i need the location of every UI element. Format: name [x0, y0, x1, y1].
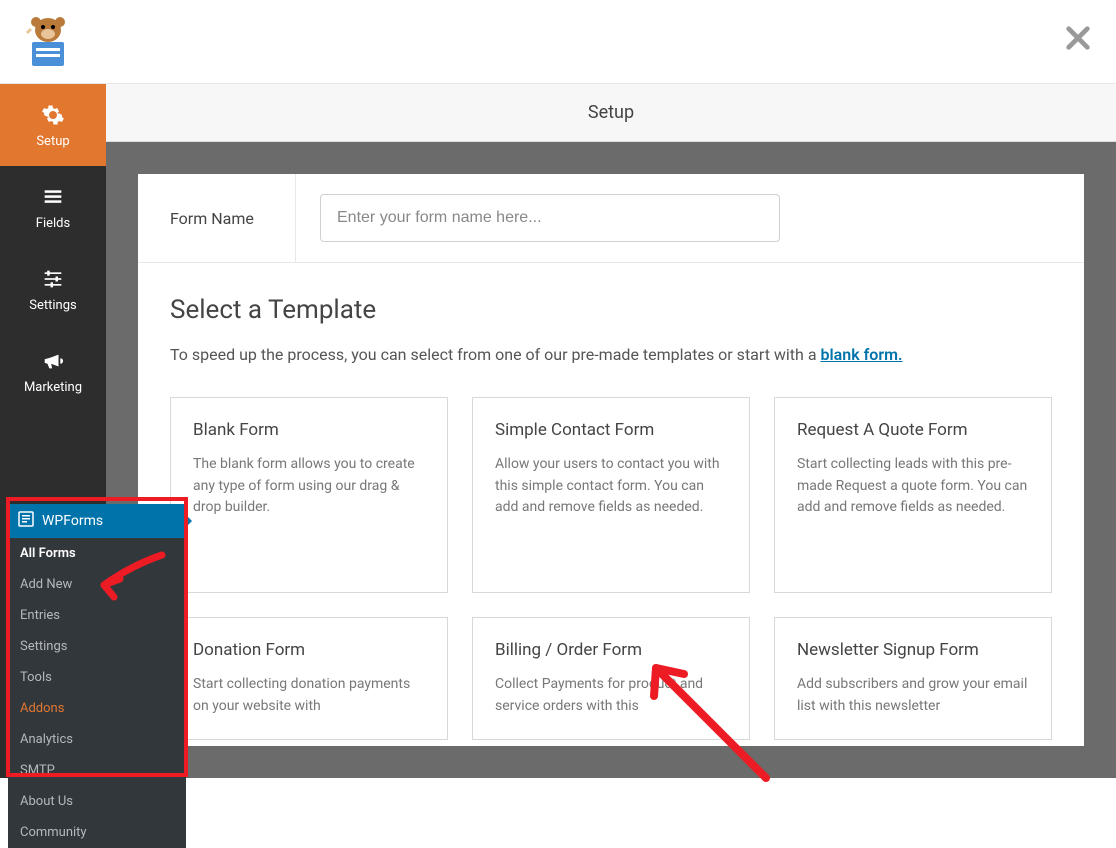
- wp-subitem-tools[interactable]: Tools: [8, 662, 186, 693]
- wp-subitem-add-new[interactable]: Add New: [8, 569, 186, 600]
- template-title: Donation Form: [193, 640, 425, 660]
- form-icon: [18, 511, 34, 531]
- template-desc: Collect Payments for product and service…: [495, 674, 727, 717]
- wp-admin-submenu: WPForms All Forms Add New Entries Settin…: [8, 504, 186, 848]
- page-title: Setup: [106, 84, 1116, 142]
- main-area: Setup Form Name Select a Template To spe…: [106, 84, 1116, 778]
- sidebar-item-marketing[interactable]: Marketing: [0, 330, 106, 412]
- template-card-newsletter[interactable]: Newsletter Signup Form Add subscribers a…: [774, 617, 1052, 740]
- wp-subitem-community[interactable]: Community: [8, 817, 186, 848]
- template-title: Blank Form: [193, 420, 425, 440]
- top-bar: [0, 0, 1116, 84]
- template-title: Newsletter Signup Form: [797, 640, 1029, 660]
- gear-icon: [40, 102, 66, 128]
- bullhorn-icon: [40, 348, 66, 374]
- template-section-title: Select a Template: [170, 295, 1052, 325]
- template-card-request-quote[interactable]: Request A Quote Form Start collecting le…: [774, 397, 1052, 593]
- sliders-icon: [40, 266, 66, 292]
- templates-grid: Blank Form The blank form allows you to …: [170, 397, 1052, 740]
- close-button[interactable]: [1064, 24, 1092, 56]
- form-name-input[interactable]: [320, 194, 780, 242]
- template-desc: Add subscribers and grow your email list…: [797, 674, 1029, 717]
- template-card-simple-contact[interactable]: Simple Contact Form Allow your users to …: [472, 397, 750, 593]
- wp-subitem-analytics[interactable]: Analytics: [8, 724, 186, 755]
- template-card-billing[interactable]: Billing / Order Form Collect Payments fo…: [472, 617, 750, 740]
- template-title: Request A Quote Form: [797, 420, 1029, 440]
- template-desc: Start collecting donation payments on yo…: [193, 674, 425, 717]
- wp-subitem-about-us[interactable]: About Us: [8, 786, 186, 817]
- template-title: Billing / Order Form: [495, 640, 727, 660]
- template-desc: Start collecting leads with this pre-mad…: [797, 454, 1029, 519]
- form-name-label: Form Name: [138, 174, 296, 262]
- wp-submenu-head[interactable]: WPForms: [8, 504, 186, 538]
- wp-subitem-addons[interactable]: Addons: [8, 693, 186, 724]
- wp-subitem-settings[interactable]: Settings: [8, 631, 186, 662]
- wpforms-logo: [18, 12, 78, 72]
- sidebar-item-label: Setup: [36, 134, 69, 149]
- list-icon: [40, 184, 66, 210]
- sidebar-item-fields[interactable]: Fields: [0, 166, 106, 248]
- wp-subitem-smtp[interactable]: SMTP: [8, 755, 186, 786]
- sidebar-item-settings[interactable]: Settings: [0, 248, 106, 330]
- template-card-blank[interactable]: Blank Form The blank form allows you to …: [170, 397, 448, 593]
- template-section-desc: To speed up the process, you can select …: [170, 343, 1052, 367]
- template-desc: Allow your users to contact you with thi…: [495, 454, 727, 519]
- sidebar-item-label: Settings: [29, 298, 76, 313]
- sidebar-item-label: Fields: [36, 216, 70, 231]
- wp-subitem-all-forms[interactable]: All Forms: [8, 538, 186, 569]
- wp-subitem-entries[interactable]: Entries: [8, 600, 186, 631]
- template-card-donation[interactable]: Donation Form Start collecting donation …: [170, 617, 448, 740]
- sidebar-item-label: Marketing: [24, 380, 82, 395]
- setup-panel: Form Name Select a Template To speed up …: [138, 174, 1084, 746]
- template-desc: The blank form allows you to create any …: [193, 454, 425, 519]
- sidebar-item-setup[interactable]: Setup: [0, 84, 106, 166]
- template-title: Simple Contact Form: [495, 420, 727, 440]
- blank-form-link[interactable]: blank form.: [821, 345, 903, 364]
